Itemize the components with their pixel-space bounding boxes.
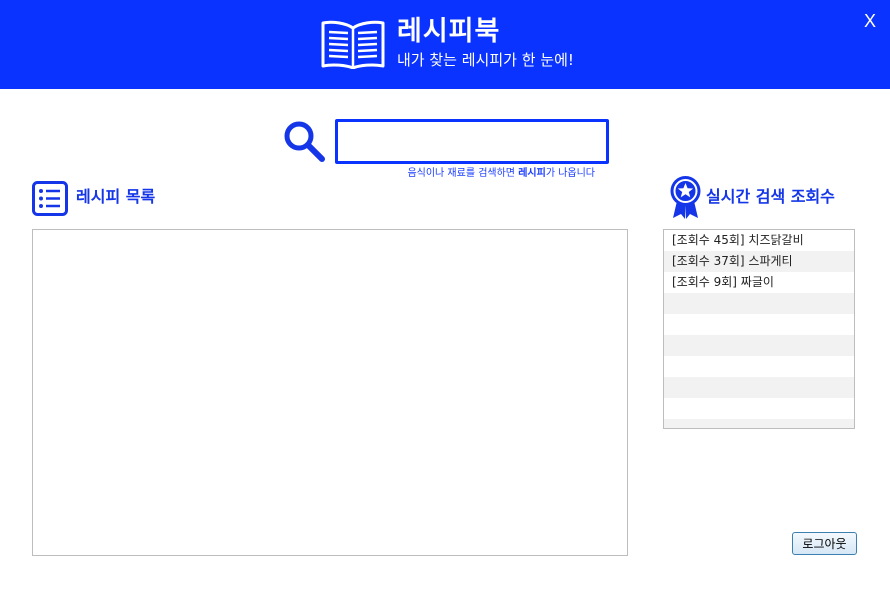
ranking-row[interactable] [664, 314, 854, 335]
ranking-row[interactable] [664, 398, 854, 419]
ranking-list[interactable]: [조회수 45회] 치즈닭갈비 [조회수 37회] 스파게티 [조회수 9회] … [663, 229, 855, 429]
ranking-row[interactable]: [조회수 37회] 스파게티 [664, 251, 854, 272]
search-hint-post: 가 나옵니다 [545, 168, 595, 179]
app-header: 레시피북 내가 찾는 레시피가 한 눈에! X [0, 0, 890, 89]
ranking-row[interactable] [664, 356, 854, 377]
open-book-icon [321, 20, 385, 69]
search-hint-bold: 레시피 [518, 168, 546, 179]
search-hint: 음식이나 재료를 검색하면 레시피가 나옵니다 [335, 167, 595, 180]
ranking-row[interactable] [664, 293, 854, 314]
ranking-title: 실시간 검색 조회수 [706, 187, 835, 206]
list-icon [32, 181, 68, 216]
ranking-row[interactable]: [조회수 9회] 짜글이 [664, 272, 854, 293]
app-title: 레시피북 [397, 16, 501, 47]
search-input[interactable] [335, 119, 609, 164]
search-hint-pre: 음식이나 재료를 검색하면 [407, 168, 519, 179]
ranking-row[interactable] [664, 419, 854, 428]
award-ribbon-icon [670, 176, 701, 219]
ranking-row[interactable] [664, 335, 854, 356]
ranking-row[interactable]: [조회수 45회] 치즈닭갈비 [664, 230, 854, 251]
recipe-list[interactable] [32, 229, 628, 556]
logout-button[interactable]: 로그아웃 [792, 532, 857, 555]
close-button[interactable]: X [864, 11, 876, 31]
magnifier-icon[interactable] [283, 120, 327, 164]
recipe-list-title: 레시피 목록 [76, 187, 156, 206]
ranking-row[interactable] [664, 377, 854, 398]
app-subtitle: 내가 찾는 레시피가 한 눈에! [397, 51, 574, 69]
